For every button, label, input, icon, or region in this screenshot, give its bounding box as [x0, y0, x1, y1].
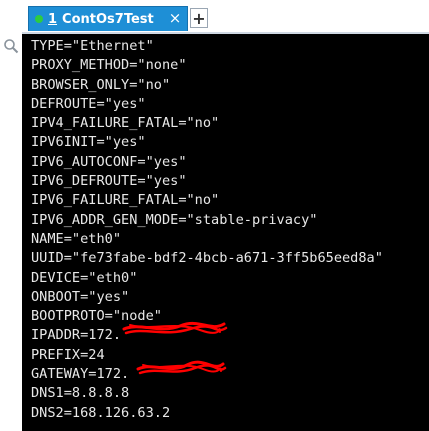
terminal-line: GATEWAY=172.	[31, 366, 130, 383]
tab-session[interactable]: 1 ContOs7Test ×	[28, 6, 188, 31]
terminal-line: IPV6_DEFROUTE="yes"	[31, 173, 187, 190]
terminal-line: DEFROUTE="yes"	[31, 95, 146, 112]
terminal-line: BROWSER_ONLY="no"	[31, 76, 171, 93]
terminal-line: IPV6_AUTOCONF="yes"	[31, 153, 187, 170]
terminal-output[interactable]: TYPE="Ethernet" PROXY_METHOD="none" BROW…	[22, 34, 429, 431]
terminal-line: DNS2=168.126.63.2	[31, 404, 171, 421]
terminal-line: UUID="fe73fabe-bdf2-4bcb-a671-3ff5b65eed…	[31, 250, 383, 267]
tab-number: 1	[48, 11, 58, 27]
terminal-line: PREFIX=24	[31, 346, 105, 363]
terminal-line: DNS1=8.8.8.8	[31, 385, 130, 402]
terminal-line: ONBOOT="yes"	[31, 288, 130, 305]
tab-title: ContOs7Test	[62, 11, 154, 27]
status-dot-icon	[35, 15, 43, 23]
terminal-line: IPV6INIT="yes"	[31, 134, 146, 151]
terminal-line: IPADDR=172.	[31, 327, 122, 344]
terminal-line: NAME="eth0"	[31, 230, 122, 247]
terminal-line: BOOTPROTO="node"	[31, 308, 162, 325]
terminal-line: TYPE="Ethernet"	[31, 38, 154, 54]
terminal-line: IPV6_ADDR_GEN_MODE="stable-privacy"	[31, 211, 318, 228]
left-toolbar	[0, 34, 22, 431]
add-tab-button[interactable]: +	[190, 8, 208, 28]
search-icon[interactable]	[3, 38, 19, 54]
terminal-line: IPV6_FAILURE_FATAL="no"	[31, 192, 220, 209]
close-icon[interactable]: ×	[167, 9, 183, 27]
terminal-line: IPV4_FAILURE_FATAL="no"	[31, 115, 220, 132]
tab-bar: 1 ContOs7Test × +	[0, 0, 429, 34]
terminal-line: PROXY_METHOD="none"	[31, 57, 187, 74]
terminal-line: DEVICE="eth0"	[31, 269, 138, 286]
